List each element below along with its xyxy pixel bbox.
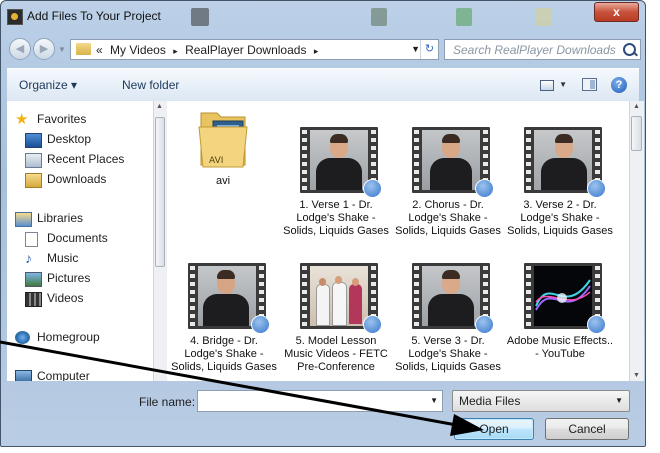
file-list: AVI avi 1. Verse 1 - Dr. Lodge's Shake -…: [167, 101, 629, 381]
chevron-right-icon[interactable]: ▸: [314, 46, 319, 56]
title-bar[interactable]: Add Files To Your Project x: [1, 1, 645, 31]
search-placeholder: Search RealPlayer Downloads: [453, 43, 616, 57]
search-icon[interactable]: [623, 43, 636, 56]
nav-label: Favorites: [37, 112, 87, 126]
dialog-window: Add Files To Your Project x ◀ ▶ ▼ « My V…: [0, 0, 646, 447]
computer-icon: [15, 370, 32, 381]
file-name: 5. Model Lesson Music Videos - FETC Pre-…: [284, 335, 388, 373]
folder-label: AVI: [209, 156, 223, 166]
background-taskbar-icon: [456, 8, 472, 26]
file-type-value: Media Files: [459, 394, 521, 408]
video-thumbnail: [524, 263, 606, 334]
chevron-down-icon[interactable]: ▼: [411, 44, 420, 54]
realplayer-badge-icon: [587, 315, 606, 334]
video-thumbnail: [188, 263, 270, 334]
realplayer-badge-icon: [363, 315, 382, 334]
file-item-avi-folder[interactable]: AVI avi: [169, 103, 277, 243]
scroll-up-icon[interactable]: ▲: [633, 103, 640, 110]
file-name: 1. Verse 1 - Dr. Lodge's Shake - Solids,…: [283, 199, 389, 237]
close-button[interactable]: x: [594, 2, 639, 22]
breadcrumb-overflow[interactable]: «: [96, 43, 103, 57]
app-icon: [7, 9, 23, 25]
scroll-thumb[interactable]: [155, 117, 165, 267]
desktop-icon: [25, 133, 42, 148]
nav-label: Pictures: [47, 271, 91, 285]
nav-label: Music: [47, 251, 79, 265]
documents-icon: [25, 232, 38, 247]
chevron-right-icon[interactable]: ▸: [173, 46, 178, 56]
navigation-pane: ★ Favorites Desktop Recent Places Downlo…: [7, 101, 154, 381]
file-name: avi: [215, 175, 231, 187]
star-icon: ★: [15, 111, 29, 128]
preview-pane-icon[interactable]: [582, 78, 597, 91]
video-thumbnail: [412, 263, 494, 334]
scroll-down-icon[interactable]: ▼: [633, 372, 640, 379]
search-input[interactable]: Search RealPlayer Downloads: [444, 39, 641, 60]
nav-label: Libraries: [37, 211, 84, 225]
recent-places-icon: [25, 153, 42, 168]
background-taskbar-icon: [371, 8, 387, 26]
libraries-icon: [15, 212, 32, 227]
view-dropdown-icon[interactable]: ▼: [559, 80, 567, 89]
back-button[interactable]: ◀: [9, 38, 31, 60]
file-name-field[interactable]: ▼: [197, 390, 443, 412]
video-thumbnail: [300, 263, 382, 334]
realplayer-badge-icon: [475, 179, 494, 198]
folder-icon: [76, 43, 91, 55]
file-name: 2. Chorus - Dr. Lodge's Shake - Solids, …: [395, 199, 501, 237]
file-type-select[interactable]: Media Files ▼: [452, 390, 630, 412]
file-name-label: File name:: [139, 395, 196, 409]
pictures-icon: [25, 272, 42, 287]
downloads-folder-icon: [25, 173, 42, 188]
nav-label: Videos: [47, 291, 84, 305]
address-row: ◀ ▶ ▼ « My Videos ▸ RealPlayer Downloads…: [7, 36, 641, 64]
file-list-scrollbar[interactable]: ▲ ▼: [629, 101, 644, 381]
nav-label: Computer: [37, 369, 90, 381]
nav-scrollbar[interactable]: ▲: [153, 101, 167, 381]
help-icon[interactable]: ?: [611, 77, 627, 93]
change-view-icon[interactable]: [540, 80, 554, 91]
history-dropdown-icon[interactable]: ▼: [58, 45, 66, 54]
nav-label: Desktop: [47, 132, 92, 146]
folder-icon: AVI: [198, 112, 248, 168]
open-button[interactable]: Open: [454, 418, 534, 440]
file-name: 4. Bridge - Dr. Lodge's Shake - Solids, …: [171, 335, 277, 373]
video-thumbnail: [300, 127, 382, 198]
window-title: Add Files To Your Project: [27, 9, 161, 23]
cancel-button[interactable]: Cancel: [545, 418, 629, 440]
breadcrumb-realplayer-downloads[interactable]: RealPlayer Downloads: [185, 43, 306, 57]
new-folder-button[interactable]: New folder: [122, 78, 179, 92]
realplayer-badge-icon: [363, 179, 382, 198]
address-bar[interactable]: « My Videos ▸ RealPlayer Downloads ▸ ▼ ↻: [70, 39, 439, 60]
file-name: Adobe Music Effects.. - YouTube: [506, 335, 614, 360]
realplayer-badge-icon: [587, 179, 606, 198]
nav-label: Documents: [47, 231, 108, 245]
video-thumbnail: [412, 127, 494, 198]
realplayer-badge-icon: [251, 315, 270, 334]
homegroup-icon: [15, 331, 30, 344]
nav-label: Recent Places: [47, 152, 125, 166]
chevron-down-icon: ▼: [615, 396, 623, 405]
music-note-icon: ♪: [25, 250, 32, 266]
scroll-up-icon[interactable]: ▲: [156, 103, 163, 110]
nav-label: Homegroup: [37, 330, 100, 344]
forward-button[interactable]: ▶: [33, 38, 55, 60]
abstract-wave-graphic: [535, 279, 591, 311]
video-thumbnail: [524, 127, 606, 198]
dialog-footer: File name: ▼ Media Files ▼ Open Cancel: [7, 382, 639, 444]
breadcrumb: « My Videos ▸ RealPlayer Downloads ▸: [96, 43, 322, 57]
nav-label: Downloads: [47, 172, 107, 186]
realplayer-badge-icon: [475, 315, 494, 334]
background-taskbar-icon: [536, 8, 552, 26]
chevron-down-icon[interactable]: ▼: [430, 396, 438, 405]
scroll-thumb[interactable]: [631, 116, 642, 151]
organize-button[interactable]: Organize ▾: [19, 78, 77, 92]
file-name: 5. Verse 3 - Dr. Lodge's Shake - Solids,…: [395, 335, 501, 373]
breadcrumb-my-videos[interactable]: My Videos: [110, 43, 166, 57]
videos-icon: [25, 292, 42, 307]
background-taskbar-icon: [191, 8, 209, 26]
refresh-icon[interactable]: ↻: [420, 40, 438, 59]
file-name: 3. Verse 2 - Dr. Lodge's Shake - Solids,…: [507, 199, 613, 237]
command-toolbar: Organize ▾ New folder ▼ ?: [7, 68, 639, 102]
